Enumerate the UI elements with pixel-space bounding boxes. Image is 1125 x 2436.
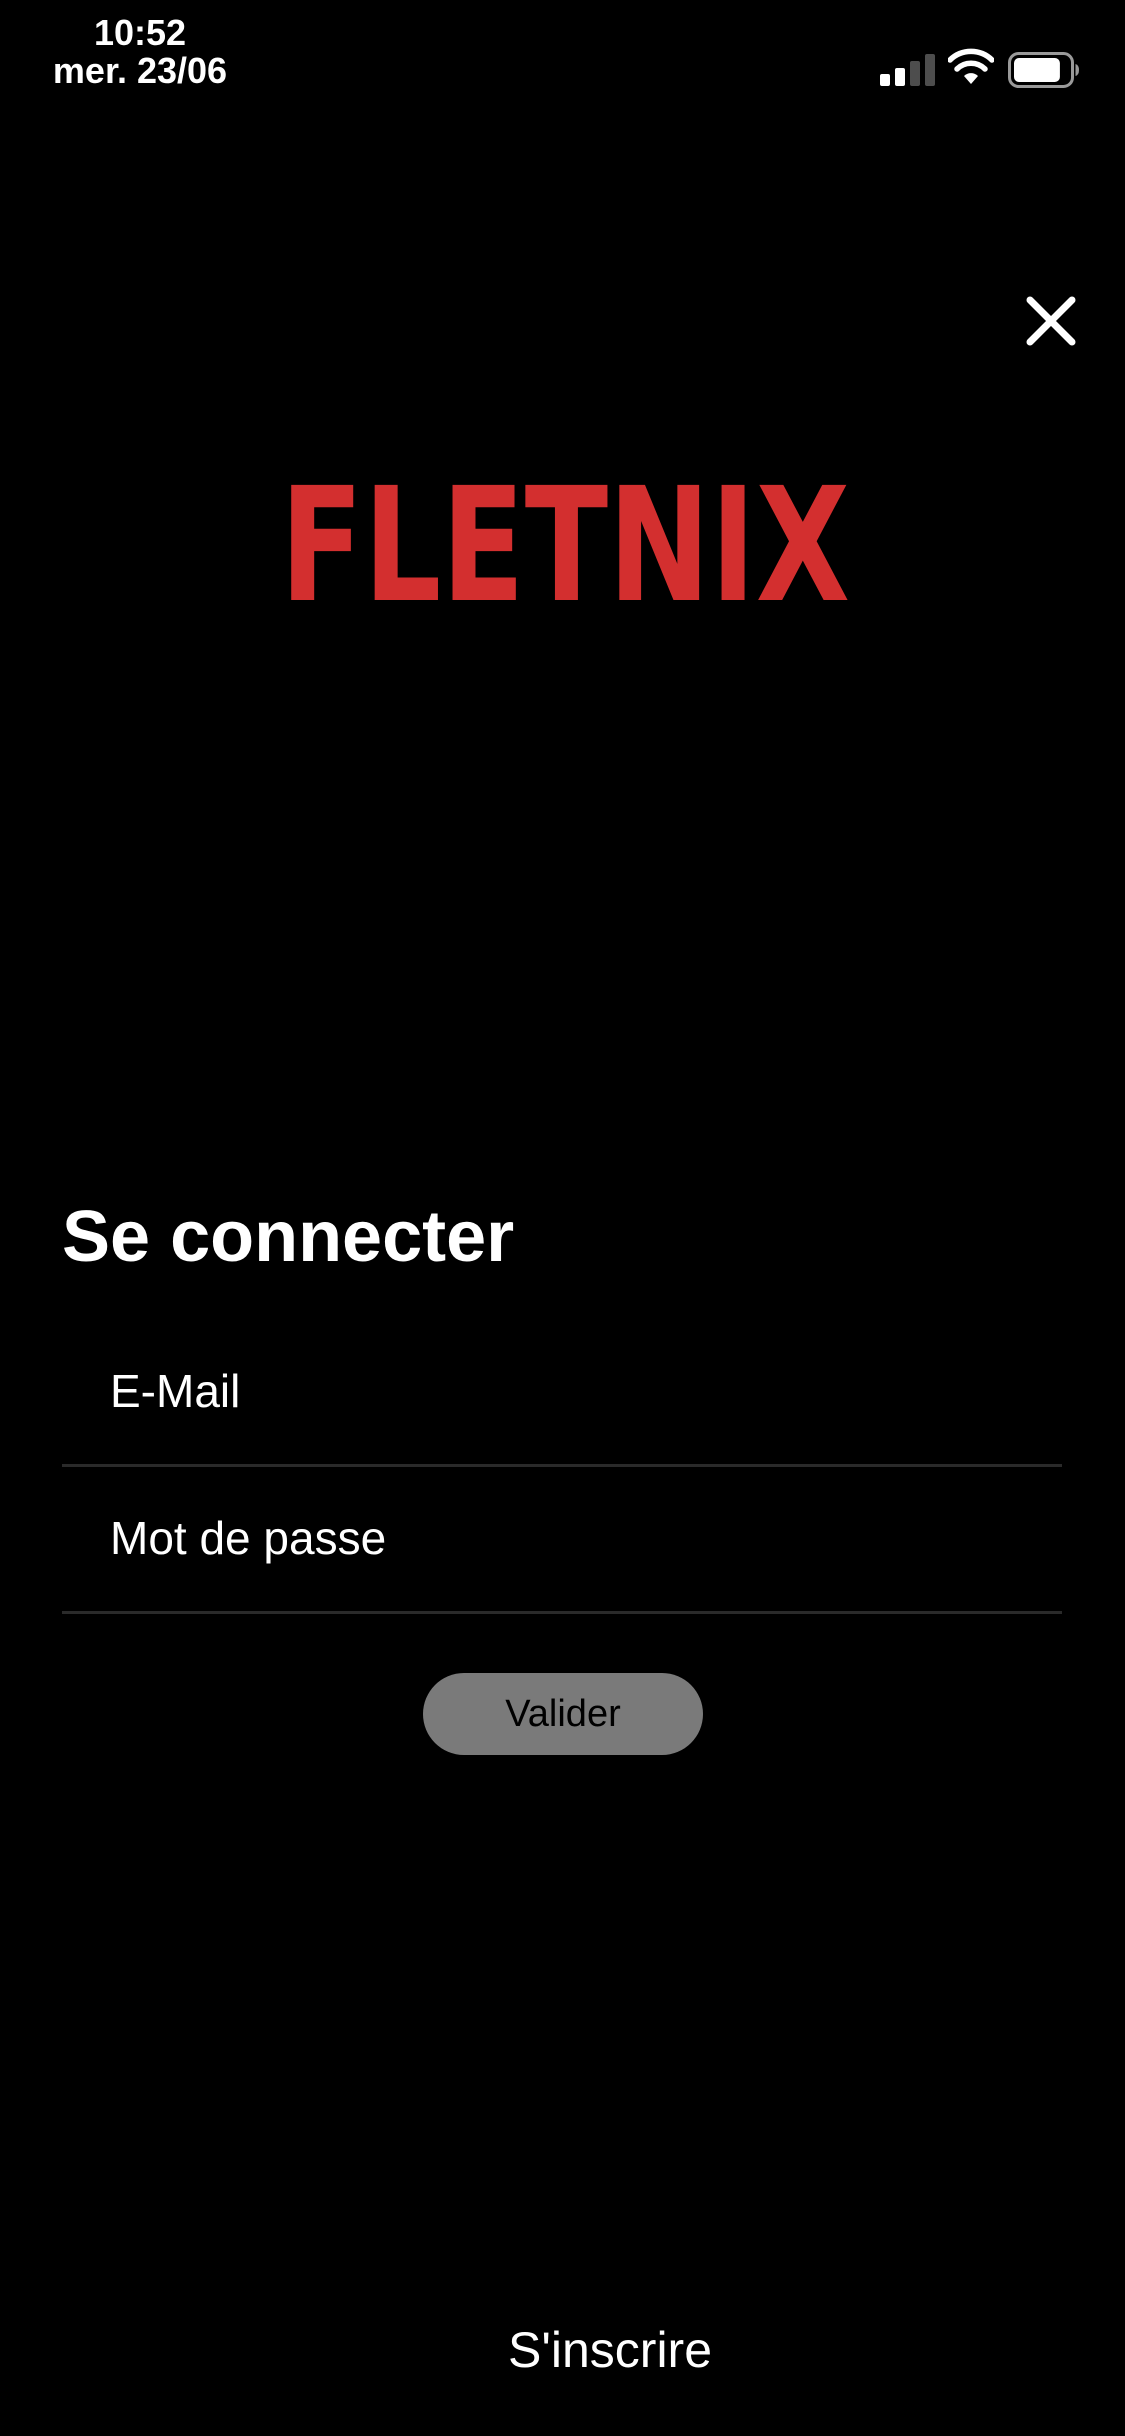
status-date: mer. 23/06 — [52, 50, 228, 91]
page-title: Se connecter — [62, 1197, 515, 1277]
signup-link[interactable]: S'inscrire — [0, 2320, 1125, 2380]
status-time: 10:52 — [93, 12, 187, 53]
wifi-icon — [948, 48, 994, 84]
password-field[interactable] — [110, 1465, 1050, 1611]
close-icon — [1026, 296, 1076, 346]
email-field-container — [62, 1318, 1062, 1467]
close-button[interactable] — [1020, 290, 1082, 352]
svg-text:FLETNIX: FLETNIX — [280, 454, 850, 630]
password-field-container — [62, 1465, 1062, 1614]
signal-icon — [880, 50, 936, 86]
battery-icon — [1008, 52, 1079, 88]
submit-button[interactable]: Valider — [423, 1673, 703, 1755]
fletnix-logo: FLETNIX — [280, 454, 850, 630]
email-field[interactable] — [110, 1318, 1050, 1464]
status-bar: 10:52 mer. 23/06 — [0, 0, 1125, 110]
